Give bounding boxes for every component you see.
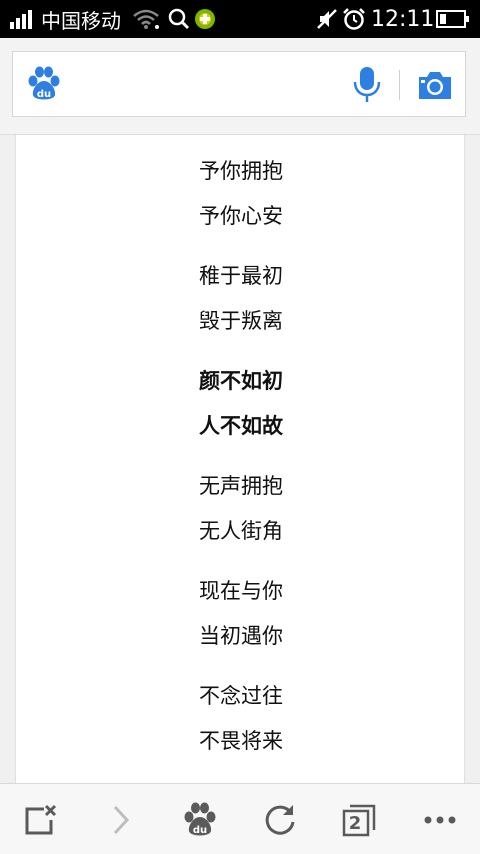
status-bar: 中国移动 12:11: [0, 0, 480, 38]
menu-button[interactable]: [418, 798, 462, 842]
close-page-icon: [25, 804, 57, 835]
refresh-button[interactable]: [258, 798, 302, 842]
poem-line-bold: 人不如故: [199, 414, 283, 438]
svg-text:du: du: [37, 89, 51, 100]
svg-text:du: du: [193, 825, 207, 836]
baidu-home-button[interactable]: du: [178, 798, 222, 842]
voice-search-icon[interactable]: [353, 66, 381, 108]
app-notif-icon: [194, 0, 216, 38]
poem-line: 现在与你: [199, 579, 283, 603]
signal-icon: [10, 0, 36, 38]
poem-line: 予你拥抱: [199, 159, 283, 183]
camera-search-icon[interactable]: [417, 69, 453, 105]
alarm-icon: [342, 0, 366, 38]
search-header: du: [0, 38, 480, 135]
baidu-logo-icon: du: [27, 66, 61, 106]
menu-icon: [424, 816, 456, 824]
baidu-home-icon: du: [184, 802, 216, 836]
close-page-button[interactable]: [19, 798, 63, 842]
status-clock: 12:11: [371, 6, 435, 32]
poem-line: 予你心安: [199, 204, 283, 228]
poem-line: 无声拥抱: [199, 474, 283, 498]
content-card: 予你拥抱 予你心安 稚于最初 毁于叛离 颜不如初 人不如故 无声拥抱 无人街角 …: [15, 135, 465, 783]
poem-line-bold: 颜不如初: [199, 369, 283, 393]
poem-line: 毁于叛离: [199, 309, 283, 333]
poem-line: 当初遇你: [199, 624, 283, 648]
forward-button[interactable]: [99, 798, 143, 842]
poem-line: 稚于最初: [199, 264, 283, 288]
bottom-toolbar: du 2: [0, 783, 480, 854]
search-divider: [399, 70, 400, 100]
search-box[interactable]: du: [12, 51, 466, 117]
windows-button[interactable]: 2: [337, 798, 381, 842]
poem-line: 不畏将来: [199, 729, 283, 753]
mute-icon: [316, 0, 338, 38]
tab-count: 2: [348, 812, 362, 834]
poem-line: 无人街角: [199, 519, 283, 543]
battery-icon: [436, 0, 470, 38]
search-input[interactable]: [77, 64, 351, 106]
forward-icon: [113, 805, 130, 835]
carrier-name: 中国移动: [41, 8, 121, 33]
search-notif-icon: [168, 0, 190, 38]
poem-line: 不念过往: [199, 684, 283, 708]
wifi-icon: [132, 0, 160, 38]
refresh-icon: [265, 805, 295, 835]
